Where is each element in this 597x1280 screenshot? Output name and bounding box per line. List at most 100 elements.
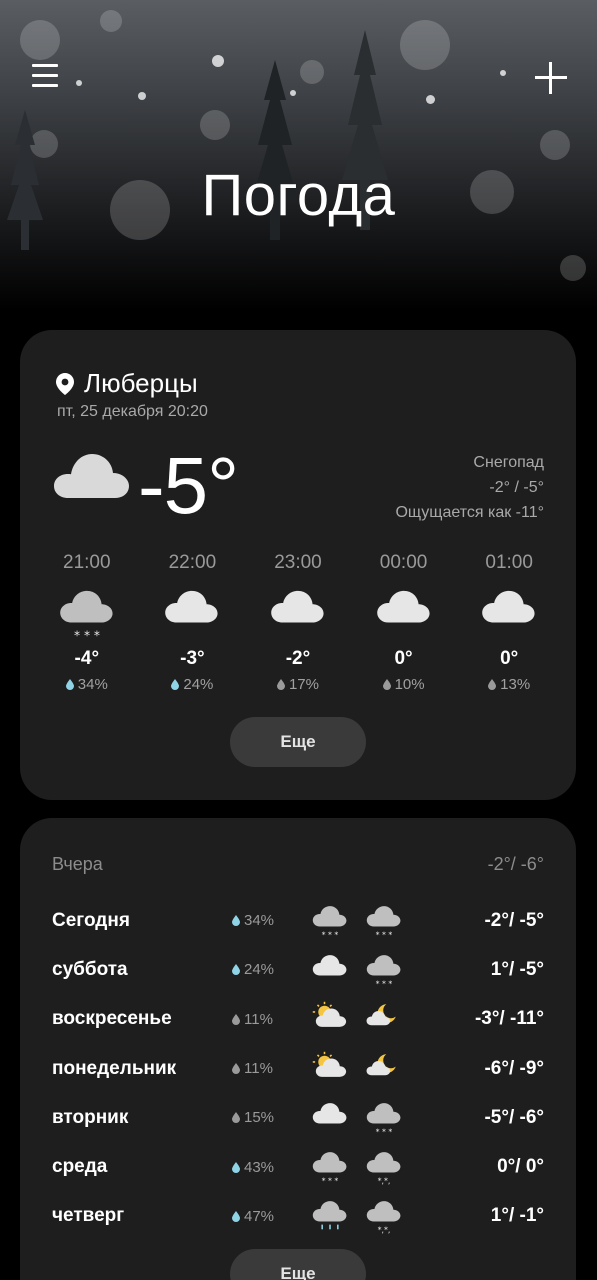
hour-precipitation-value: 34% [77, 676, 108, 693]
condition-text: Снегопад [473, 454, 544, 471]
hour-precipitation: 24% [140, 676, 246, 693]
svg-text:* * *: * * * [322, 930, 339, 939]
snowflake-decoration [212, 55, 224, 67]
location-row: Люберцы [56, 368, 198, 399]
hour-temperature: -2° [285, 648, 311, 669]
day-temp-range: 1°/ -5° [490, 958, 544, 980]
cloud-icon [312, 955, 347, 976]
hour-precipitation-value: 24% [183, 676, 214, 693]
snow-cloud-icon: * * * [366, 905, 401, 939]
bokeh-decoration [20, 20, 60, 60]
day-name: суббота [52, 958, 128, 980]
svg-text:*,*,: *,*, [378, 1226, 391, 1235]
sleet-cloud-icon: *,*, [366, 1152, 401, 1186]
precipitation-drop-icon [232, 1112, 240, 1124]
menu-icon [32, 64, 58, 67]
hour-icon [351, 586, 457, 642]
moon-cloud-icon [366, 1004, 396, 1026]
current-weather-card[interactable]: Люберцы пт, 25 декабря 20:20 -5° Снегопа… [20, 330, 576, 800]
daily-forecast-card[interactable]: Вчера -2°/ -6° Сегодня 34% * * * * * * -2°/ … [20, 818, 576, 1280]
daily-row[interactable]: суббота 24% * * * 1°/ -5° [52, 945, 544, 994]
svg-text:* * *: * * * [74, 629, 100, 642]
condition-block: Снегопад -2° / -5° Ощущается как -11° [395, 450, 544, 525]
daily-list: Сегодня 34% * * * * * * -2°/ -5° суббота 24% * … [52, 896, 544, 1241]
day-name: вторник [52, 1106, 129, 1128]
hour-icon [456, 586, 562, 642]
hour-time: 22:00 [168, 552, 217, 573]
precipitation-drop-icon [232, 1210, 240, 1222]
day-precipitation: 24% [232, 961, 312, 978]
precipitation-drop-icon [232, 1013, 240, 1025]
day-name: понедельник [52, 1057, 177, 1079]
day-precipitation-value: 11% [244, 1010, 273, 1028]
day-precipitation-value: 43% [244, 1158, 275, 1176]
hourly-item: 23:00 -2° 17% [245, 552, 351, 693]
temp-range: -2° / -5° [489, 479, 544, 496]
day-temp-range: 0°/ 0° [497, 1156, 544, 1178]
cloud-icon [482, 590, 535, 623]
bokeh-decoration [300, 60, 324, 84]
hour-precipitation-value: 10% [394, 676, 425, 693]
day-precipitation-value: 34% [244, 912, 275, 930]
day-temp-range: -6°/ -9° [484, 1057, 544, 1079]
hour-time: 23:00 [274, 552, 322, 573]
day-name: Сегодня [52, 909, 130, 931]
sun-cloud-icon [312, 1051, 347, 1077]
hour-time: 00:00 [379, 552, 428, 573]
day-night-icons: * * * *,*, [312, 1149, 402, 1185]
snowflake-decoration [138, 92, 146, 100]
snowflake-decoration [76, 80, 82, 86]
daily-row[interactable]: воскресенье 11% -3°/ -11° [52, 995, 544, 1044]
bokeh-decoration [400, 20, 450, 70]
cloud-icon [376, 590, 430, 623]
bokeh-decoration [200, 110, 230, 140]
hour-time: 01:00 [485, 552, 533, 573]
cloud-icon [271, 590, 324, 623]
day-precipitation: 43% [232, 1159, 312, 1176]
precipitation-drop-icon [171, 679, 180, 690]
svg-text:* * *: * * * [376, 1127, 393, 1136]
rain-cloud-icon [312, 1201, 347, 1230]
day-precipitation: 34% [232, 912, 312, 929]
snow-cloud-icon: * * * [366, 1102, 401, 1136]
hour-icon [245, 586, 351, 642]
hour-time: 21:00 [63, 552, 111, 573]
cloud-icon [165, 590, 218, 623]
day-night-icons: *,*, [312, 1198, 402, 1234]
cloud-icon [54, 454, 129, 498]
snow-cloud-icon: * * * [312, 905, 347, 939]
hourly-forecast[interactable]: 21:00 * * * -4° 34% 22:00 -3° 24% 23:00 -2° 17% 00… [34, 552, 562, 693]
day-temp-range: -3°/ -11° [474, 1008, 544, 1030]
sleet-cloud-icon: *,*, [366, 1201, 401, 1235]
hour-precipitation: 13% [456, 676, 562, 693]
precipitation-drop-icon [232, 1063, 240, 1075]
precipitation-drop-icon [232, 964, 240, 976]
day-precipitation-value: 47% [244, 1207, 275, 1225]
daily-row[interactable]: среда 43% * * * *,*, 0°/ 0° [52, 1142, 544, 1191]
snow-cloud-icon: * * * [312, 1152, 347, 1185]
svg-text:*,*,: *,*, [378, 1177, 391, 1186]
snow-cloud-icon: * * * [60, 590, 113, 642]
daily-row[interactable]: понедельник 11% -6°/ -9° [52, 1044, 544, 1093]
hourly-item: 22:00 -3° 24% [140, 552, 246, 693]
bokeh-decoration [100, 10, 122, 32]
precipitation-drop-icon [382, 679, 391, 690]
menu-button[interactable] [32, 64, 60, 92]
hourly-item: 00:00 0° 10% [351, 552, 457, 693]
page-title: Погода [201, 163, 396, 228]
snowflake-decoration [426, 95, 435, 104]
yesterday-label: Вчера [52, 854, 103, 874]
svg-text:* * *: * * * [376, 930, 393, 939]
daily-row[interactable]: Сегодня 34% * * * * * * -2°/ -5° [52, 896, 544, 945]
hour-precipitation: 34% [34, 676, 140, 693]
yesterday-range: -2°/ -6° [487, 854, 544, 874]
location-pin-icon [56, 372, 74, 395]
plus-icon[interactable] [535, 62, 567, 94]
day-precipitation-value: 24% [244, 961, 275, 979]
bokeh-decoration [540, 130, 570, 160]
day-night-icons [312, 1051, 402, 1087]
more-hourly-button[interactable]: Еще [230, 717, 366, 767]
daily-row[interactable]: вторник 15% * * * -5°/ -6° [52, 1093, 544, 1142]
more-daily-button[interactable]: Еще [230, 1249, 366, 1280]
daily-row[interactable]: четверг 47% *,*, 1°/ -1° [52, 1192, 544, 1241]
